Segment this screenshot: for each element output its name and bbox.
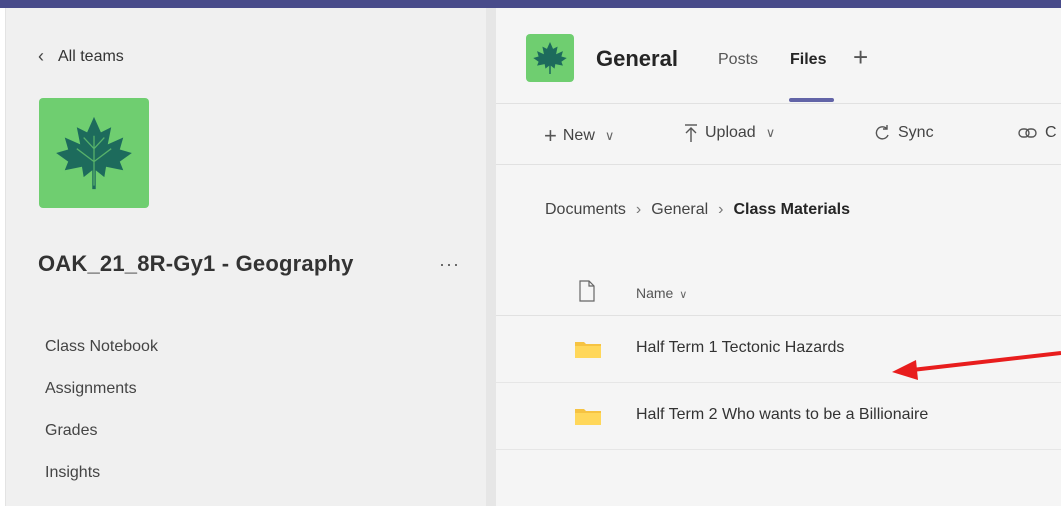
name-column-header[interactable]: Name ∨ xyxy=(636,285,687,301)
channel-main: General Posts Files + + New ∨ Upload ∨ S… xyxy=(496,8,1061,506)
sync-icon xyxy=(875,125,889,140)
copy-link-label-fragment: C xyxy=(1045,124,1057,141)
active-tab-indicator xyxy=(789,98,834,102)
files-toolbar: + New ∨ Upload ∨ Sync C xyxy=(496,105,1061,165)
tab-posts[interactable]: Posts xyxy=(718,51,758,69)
new-label: New xyxy=(562,127,595,144)
breadcrumb-current: Class Materials xyxy=(733,201,851,218)
all-teams-link[interactable]: ‹ All teams xyxy=(38,46,124,67)
upload-label: Upload xyxy=(705,124,756,141)
team-name: OAK_21_8R-Gy1 - Geography xyxy=(38,251,354,276)
tab-files[interactable]: Files xyxy=(790,51,826,69)
chevron-down-icon: ∨ xyxy=(679,289,688,301)
channel-header: General Posts Files + xyxy=(496,8,1061,104)
sync-label: Sync xyxy=(898,124,934,141)
copy-link-button[interactable]: C xyxy=(1017,123,1057,143)
channel-name: General xyxy=(596,46,678,71)
maple-leaf-icon xyxy=(533,42,567,74)
link-icon xyxy=(1018,128,1037,138)
nav-item-class-notebook[interactable]: Class Notebook xyxy=(45,326,158,368)
folder-name: Half Term 2 Who wants to be a Billionair… xyxy=(636,406,929,423)
chevron-left-icon: ‹ xyxy=(38,46,44,66)
folder-icon xyxy=(575,409,601,425)
document-icon xyxy=(579,280,595,302)
upload-button[interactable]: Upload ∨ xyxy=(683,123,775,143)
chevron-right-icon: › xyxy=(635,201,642,218)
team-sidebar: ‹ All teams OAK_21_8R-Gy1 - Geography ··… xyxy=(6,8,486,506)
top-accent-bar xyxy=(0,0,1061,8)
channel-avatar xyxy=(526,34,574,82)
breadcrumb-general[interactable]: General xyxy=(651,201,708,219)
folder-icon xyxy=(575,342,601,358)
more-options-icon[interactable]: ··· xyxy=(439,254,460,275)
add-tab-button[interactable]: + xyxy=(853,42,868,73)
file-list-header: Name ∨ xyxy=(496,268,1061,316)
new-button[interactable]: + New ∨ xyxy=(544,123,614,149)
chevron-down-icon: ∨ xyxy=(765,125,776,140)
breadcrumb-documents[interactable]: Documents xyxy=(545,201,626,219)
team-name-row: OAK_21_8R-Gy1 - Geography ··· xyxy=(38,251,478,277)
upload-icon xyxy=(685,124,697,142)
sync-button[interactable]: Sync xyxy=(872,123,934,143)
breadcrumb: Documents › General › Class Materials xyxy=(545,201,850,219)
chevron-down-icon: ∨ xyxy=(604,128,615,143)
nav-item-grades[interactable]: Grades xyxy=(45,410,158,452)
nav-item-assignments[interactable]: Assignments xyxy=(45,368,158,410)
all-teams-label: All teams xyxy=(58,47,124,65)
plus-icon: + xyxy=(544,123,557,148)
pane-divider xyxy=(486,8,496,506)
name-column-label: Name xyxy=(636,285,674,301)
chevron-right-icon: › xyxy=(718,201,724,218)
list-item[interactable]: Half Term 2 Who wants to be a Billionair… xyxy=(496,384,1061,450)
folder-name: Half Term 1 Tectonic Hazards xyxy=(636,339,845,356)
list-item[interactable]: Half Term 1 Tectonic Hazards xyxy=(496,317,1061,383)
nav-item-insights[interactable]: Insights xyxy=(45,452,158,494)
team-nav: Class Notebook Assignments Grades Insigh… xyxy=(45,326,158,494)
team-avatar[interactable] xyxy=(39,98,149,208)
maple-leaf-icon xyxy=(56,116,132,190)
